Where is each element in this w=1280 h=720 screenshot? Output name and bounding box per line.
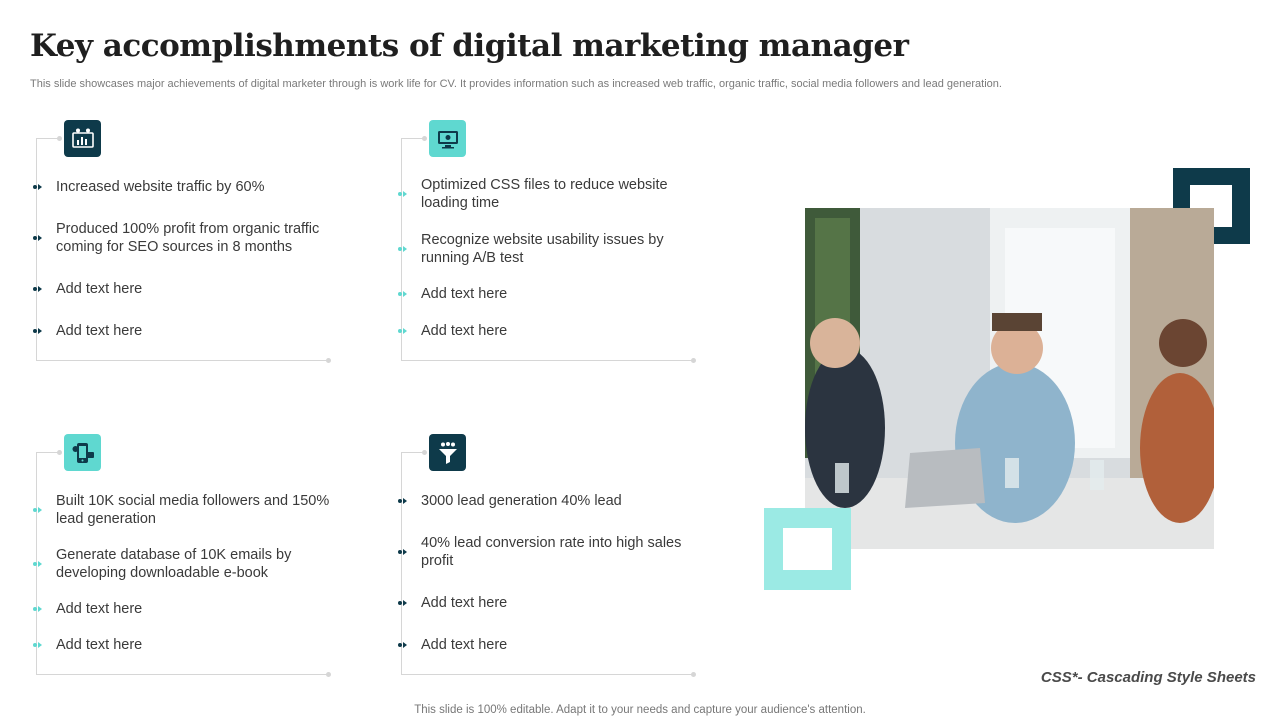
monitor-icon bbox=[429, 120, 466, 157]
accomplishment-item: Built 10K social media followers and 150… bbox=[56, 493, 330, 527]
slide-subtitle: This slide showcases major achievements … bbox=[30, 78, 1002, 90]
slide-footer: This slide is 100% editable. Adapt it to… bbox=[414, 704, 866, 716]
social-media-phone-icon bbox=[64, 434, 101, 471]
bullet-arrow-icon bbox=[398, 328, 407, 334]
bullet-arrow-icon bbox=[33, 606, 42, 612]
accomplishment-item: Add text here bbox=[421, 637, 508, 653]
accomplishment-item: Optimized CSS files to reduce website lo… bbox=[421, 177, 668, 211]
bullet-arrow-icon bbox=[33, 286, 42, 292]
bullet-arrow-icon bbox=[33, 561, 42, 567]
bullet-arrow-icon bbox=[33, 235, 42, 241]
accomplishment-item: Add text here bbox=[421, 323, 508, 339]
bullet-arrow-icon bbox=[33, 642, 42, 648]
accomplishment-card-social-media: Built 10K social media followers and 150… bbox=[30, 432, 331, 677]
accomplishment-item: Generate database of 10K emails by devel… bbox=[56, 547, 292, 581]
bullet-arrow-icon bbox=[398, 549, 407, 555]
accomplishment-card-lead-generation: 3000 lead generation 40% lead 40% lead c… bbox=[395, 432, 696, 677]
bullet-arrow-icon bbox=[398, 600, 407, 606]
bullet-arrow-icon bbox=[33, 507, 42, 513]
bullet-arrow-icon bbox=[33, 184, 42, 190]
accomplishment-card-website-optimization: Optimized CSS files to reduce website lo… bbox=[395, 118, 696, 363]
analytics-presentation-icon bbox=[64, 120, 101, 157]
accomplishment-item: Add text here bbox=[56, 323, 143, 339]
bullet-arrow-icon bbox=[398, 191, 407, 197]
slide-title: Key accomplishments of digital marketing… bbox=[30, 28, 909, 64]
bullet-arrow-icon bbox=[398, 246, 407, 252]
accomplishment-item: 3000 lead generation 40% lead bbox=[421, 493, 622, 509]
accomplishment-item: Produced 100% profit from organic traffi… bbox=[56, 221, 320, 255]
accomplishment-item: Add text here bbox=[56, 601, 143, 617]
bullet-arrow-icon bbox=[398, 498, 407, 504]
css-footnote: CSS*- Cascading Style Sheets bbox=[1040, 669, 1256, 686]
accomplishment-item: Add text here bbox=[56, 281, 143, 297]
accomplishment-card-website-traffic: Increased website traffic by 60% Produce… bbox=[30, 118, 331, 363]
meeting-photo bbox=[805, 208, 1214, 549]
accomplishment-item: Add text here bbox=[421, 595, 508, 611]
bullet-arrow-icon bbox=[398, 291, 407, 297]
bullet-arrow-icon bbox=[33, 328, 42, 334]
bullet-arrow-icon bbox=[398, 642, 407, 648]
lead-funnel-icon bbox=[429, 434, 466, 471]
accomplishment-item: Recognize website usability issues by ru… bbox=[421, 232, 664, 266]
accomplishment-item: Add text here bbox=[421, 286, 508, 302]
accomplishment-item: 40% lead conversion rate into high sales… bbox=[421, 535, 682, 569]
accomplishment-item: Add text here bbox=[56, 637, 143, 653]
decorative-teal-square bbox=[764, 508, 851, 590]
accomplishment-item: Increased website traffic by 60% bbox=[56, 179, 265, 195]
